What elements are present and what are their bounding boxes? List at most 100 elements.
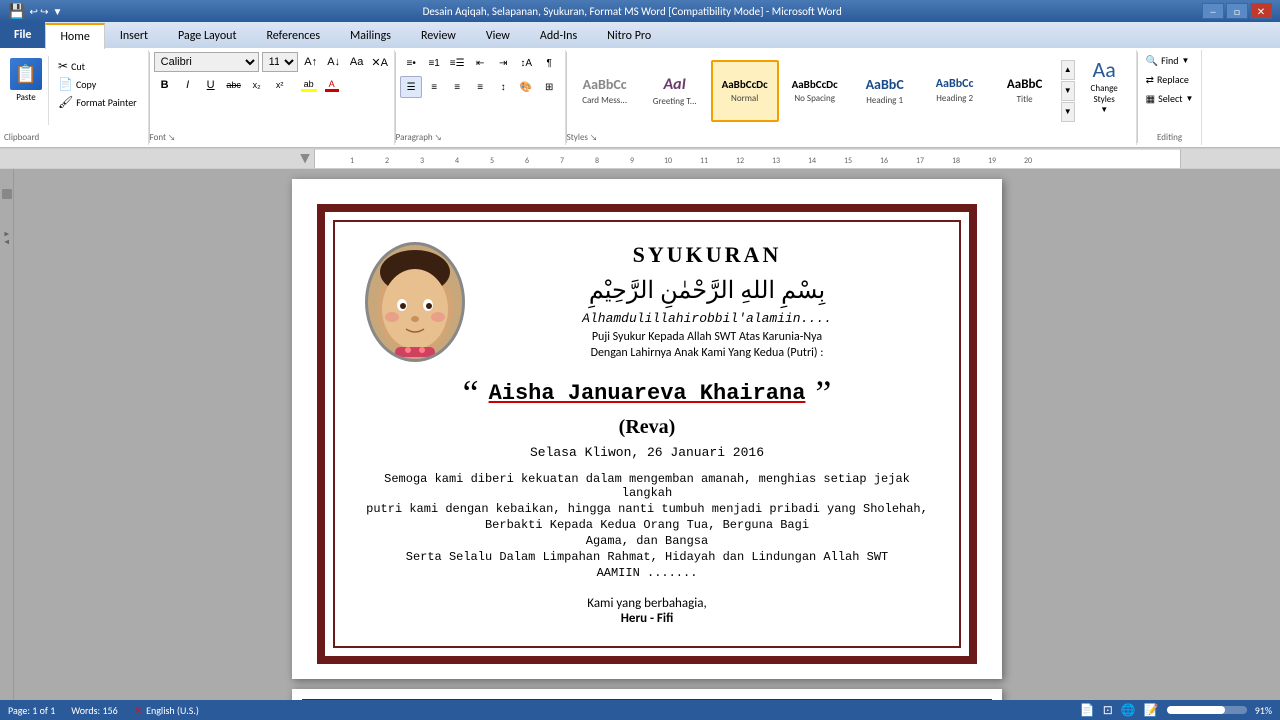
select-label: Select bbox=[1158, 92, 1182, 105]
baby-photo bbox=[365, 242, 465, 362]
shrink-font-button[interactable]: A↓ bbox=[324, 52, 344, 72]
style-heading1[interactable]: AaBbC Heading 1 bbox=[851, 60, 919, 122]
document-area[interactable]: SYUKURAN بِسْمِ اللهِ الرَّحْمٰنِ الرَّح… bbox=[14, 169, 1280, 711]
view-web-icon[interactable]: 🌐 bbox=[1121, 703, 1136, 718]
style-card-messages[interactable]: AaBbCc Card Mess... bbox=[571, 60, 639, 122]
style-normal[interactable]: AaBbCcDc Normal bbox=[711, 60, 779, 122]
paragraph-expand-icon[interactable]: ↘ bbox=[435, 133, 442, 143]
text-highlight-button[interactable]: ab bbox=[298, 74, 320, 96]
tab-file[interactable]: File bbox=[0, 22, 45, 48]
tab-review[interactable]: Review bbox=[406, 22, 471, 48]
change-styles-button[interactable]: Aa Change Styles ▼ bbox=[1077, 52, 1132, 129]
prayer-text-1: Semoga kami diberi kekuatan dalam mengem… bbox=[365, 472, 929, 500]
strikethrough-button[interactable]: abc bbox=[223, 74, 245, 96]
view-fullscreen-icon[interactable]: ⊡ bbox=[1103, 703, 1113, 718]
bullets-button[interactable]: ≡• bbox=[400, 52, 422, 74]
editing-group-label: Editing bbox=[1138, 132, 1202, 143]
style-greeting[interactable]: AaI Greeting T... bbox=[641, 60, 709, 122]
nav-arrows[interactable]: ▲▼ bbox=[2, 230, 12, 246]
font-expand-icon[interactable]: ↘ bbox=[168, 133, 175, 143]
numbering-button[interactable]: ≡1 bbox=[423, 52, 445, 74]
style-no-spacing[interactable]: AaBbCcDc No Spacing bbox=[781, 60, 849, 122]
tab-home[interactable]: Home bbox=[45, 23, 104, 49]
styles-group-label: Styles ↘ bbox=[567, 132, 1136, 143]
minimize-button[interactable]: ─ bbox=[1202, 3, 1224, 19]
prayer-text-3: Berbakti Kepada Kedua Orang Tua, Berguna… bbox=[365, 518, 929, 532]
style-heading2[interactable]: AaBbCc Heading 2 bbox=[921, 60, 989, 122]
subscript-button[interactable]: x₂ bbox=[246, 74, 268, 96]
justify-button[interactable]: ≡ bbox=[469, 76, 491, 98]
change-styles-label: Change Styles bbox=[1091, 83, 1118, 105]
nav-icon-1[interactable] bbox=[2, 189, 12, 199]
tab-addins[interactable]: Add-Ins bbox=[525, 22, 592, 48]
styles-expand-icon[interactable]: ↘ bbox=[590, 133, 597, 143]
svg-text:13: 13 bbox=[772, 156, 780, 166]
svg-text:5: 5 bbox=[490, 156, 494, 166]
zoom-slider[interactable] bbox=[1167, 706, 1247, 714]
find-label: Find bbox=[1161, 54, 1178, 67]
language-text: English (U.S.) bbox=[146, 704, 199, 717]
svg-text:4: 4 bbox=[455, 156, 459, 166]
find-button[interactable]: 🔍 Find ▼ bbox=[1142, 52, 1194, 69]
bold-button[interactable]: B bbox=[154, 74, 176, 96]
left-panel: ▲▼ bbox=[0, 169, 14, 711]
align-center-button[interactable]: ≡ bbox=[423, 76, 445, 98]
select-icon: ▦ bbox=[1146, 92, 1155, 105]
tab-nitro[interactable]: Nitro Pro bbox=[592, 22, 666, 48]
font-size-select[interactable]: 11 bbox=[262, 52, 298, 72]
grow-font-button[interactable]: A↑ bbox=[301, 52, 321, 72]
styles-scroll-up[interactable]: ▲ bbox=[1061, 60, 1075, 80]
copy-button[interactable]: 📄 Copy bbox=[55, 76, 140, 93]
multilevel-button[interactable]: ≡☰ bbox=[446, 52, 468, 74]
tab-references[interactable]: References bbox=[251, 22, 335, 48]
tab-mailings[interactable]: Mailings bbox=[335, 22, 406, 48]
font-color-button[interactable]: A bbox=[321, 74, 343, 96]
child-name-text: Aisha Januareva Khairana bbox=[489, 381, 806, 406]
prayer-text-4: Agama, dan Bangsa bbox=[365, 534, 929, 548]
change-case-button[interactable]: Aa bbox=[347, 52, 367, 72]
paste-button[interactable]: 📋 Paste bbox=[4, 56, 49, 125]
language-indicator[interactable]: ✕ English (U.S.) bbox=[134, 704, 199, 717]
shading-button[interactable]: 🎨 bbox=[515, 76, 537, 98]
styles-scroll-down[interactable]: ▼ bbox=[1061, 81, 1075, 101]
styles-expand[interactable]: ▼ bbox=[1061, 102, 1075, 122]
tab-view[interactable]: View bbox=[471, 22, 525, 48]
prayer-text-6: AAMIIN ....... bbox=[365, 566, 929, 580]
style-title[interactable]: AaBbC Title bbox=[991, 60, 1059, 122]
quote-close: ” bbox=[815, 372, 831, 414]
style-label-h1: Heading 1 bbox=[866, 95, 903, 106]
show-formatting-button[interactable]: ¶ bbox=[538, 52, 560, 74]
cut-button[interactable]: ✂ Cut bbox=[55, 58, 140, 75]
sort-button[interactable]: ↕A bbox=[515, 52, 537, 74]
underline-button[interactable]: U bbox=[200, 74, 222, 96]
window-title: Desain Aqiqah, Selapanan, Syukuran, Form… bbox=[62, 5, 1202, 18]
status-bar: Page: 1 of 1 Words: 156 ✕ English (U.S.)… bbox=[0, 700, 1280, 720]
tab-page-layout[interactable]: Page Layout bbox=[163, 22, 251, 48]
document-page: SYUKURAN بِسْمِ اللهِ الرَّحْمٰنِ الرَّح… bbox=[292, 179, 1002, 679]
view-print-icon[interactable]: 📄 bbox=[1080, 703, 1095, 718]
format-painter-button[interactable]: 🖌 Format Painter bbox=[55, 94, 140, 111]
svg-text:7: 7 bbox=[560, 156, 564, 166]
close-button[interactable]: ✕ bbox=[1250, 3, 1272, 19]
line-spacing-button[interactable]: ↕ bbox=[492, 76, 514, 98]
select-button[interactable]: ▦ Select ▼ bbox=[1142, 90, 1198, 107]
indent-marker[interactable] bbox=[300, 154, 310, 164]
card-body: “ Aisha Januareva Khairana ” (Reva) Sela… bbox=[365, 372, 929, 626]
increase-indent-button[interactable]: ⇥ bbox=[492, 52, 514, 74]
ruler-left-margin bbox=[0, 149, 315, 168]
superscript-button[interactable]: x² bbox=[269, 74, 291, 96]
paste-icon: 📋 bbox=[10, 58, 42, 90]
font-group: Calibri 11 A↑ A↓ Aa ✕A B I U abc x₂ x bbox=[150, 50, 395, 145]
svg-text:3: 3 bbox=[420, 156, 424, 166]
italic-button[interactable]: I bbox=[177, 74, 199, 96]
clear-format-button[interactable]: ✕A bbox=[370, 52, 390, 72]
maximize-button[interactable]: □ bbox=[1226, 3, 1248, 19]
borders-button[interactable]: ⊞ bbox=[538, 76, 560, 98]
view-draft-icon[interactable]: 📝 bbox=[1144, 703, 1159, 718]
font-name-select[interactable]: Calibri bbox=[154, 52, 259, 72]
align-right-button[interactable]: ≡ bbox=[446, 76, 468, 98]
tab-insert[interactable]: Insert bbox=[105, 22, 163, 48]
decrease-indent-button[interactable]: ⇤ bbox=[469, 52, 491, 74]
replace-button[interactable]: ⇄ Replace bbox=[1142, 71, 1193, 88]
align-left-button[interactable]: ☰ bbox=[400, 76, 422, 98]
